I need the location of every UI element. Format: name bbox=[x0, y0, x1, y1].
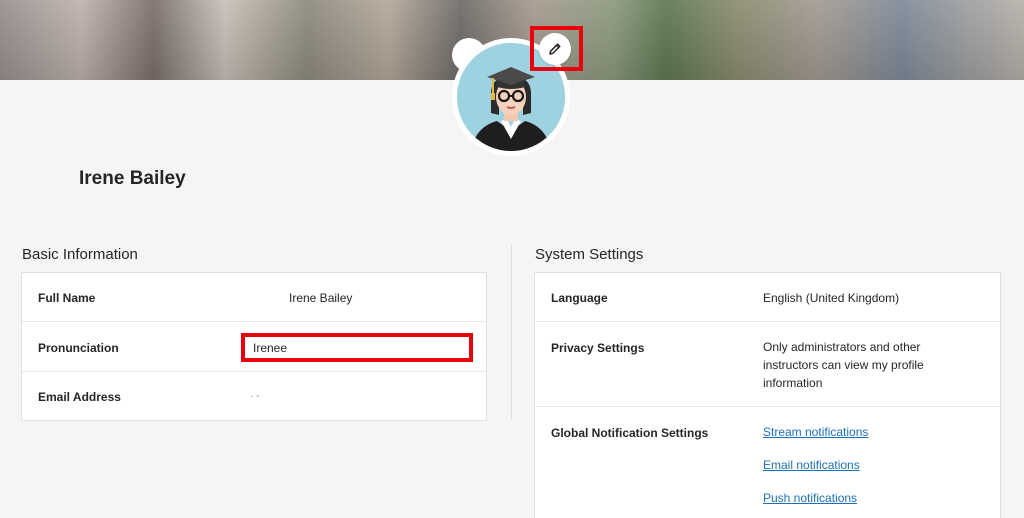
pronunciation-label: Pronunciation bbox=[38, 341, 119, 355]
full-name-value: Irene Bailey bbox=[289, 291, 353, 305]
system-settings-card: Language English (United Kingdom) Privac… bbox=[534, 272, 1001, 518]
email-label: Email Address bbox=[38, 390, 121, 404]
system-settings-title: System Settings bbox=[535, 246, 644, 263]
privacy-value: Only administrators and other instructor… bbox=[763, 340, 924, 390]
language-value: English (United Kingdom) bbox=[763, 291, 900, 305]
full-name-label: Full Name bbox=[38, 291, 96, 305]
email-value: · - bbox=[250, 391, 260, 402]
edit-button-highlight bbox=[530, 26, 583, 71]
language-label: Language bbox=[551, 291, 608, 305]
push-notifications-link[interactable]: Push notifications bbox=[763, 491, 857, 505]
privacy-row: Privacy Settings Only administrators and… bbox=[535, 322, 1000, 407]
email-notifications-link[interactable]: Email notifications bbox=[763, 458, 860, 472]
column-divider bbox=[511, 245, 512, 420]
language-row: Language English (United Kingdom) bbox=[535, 273, 1000, 322]
basic-information-title: Basic Information bbox=[22, 246, 138, 263]
privacy-label: Privacy Settings bbox=[551, 341, 645, 355]
email-row: Email Address · - bbox=[22, 372, 486, 420]
notifications-label: Global Notification Settings bbox=[551, 426, 709, 440]
full-name-row: Full Name Irene Bailey bbox=[22, 273, 486, 322]
pronunciation-input[interactable] bbox=[241, 333, 473, 362]
profile-name: Irene Bailey bbox=[79, 168, 186, 189]
stream-notifications-link[interactable]: Stream notifications bbox=[763, 425, 868, 439]
notifications-row: Global Notification Settings Stream noti… bbox=[535, 407, 1000, 518]
